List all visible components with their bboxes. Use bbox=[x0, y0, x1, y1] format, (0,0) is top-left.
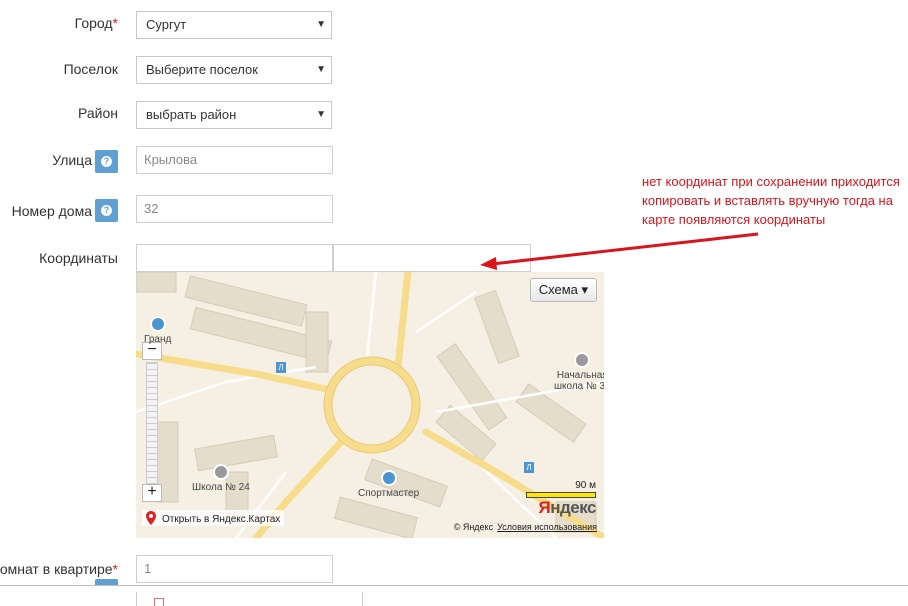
school-icon bbox=[574, 352, 591, 368]
map-widget[interactable]: Схема ▾ − + Гранд Школа № 24 Спортмастер… bbox=[136, 272, 604, 538]
help-icon: ? bbox=[101, 156, 112, 167]
yandex-logo: Яндекс bbox=[538, 498, 597, 518]
poi-school-37-line1: Начальная bbox=[556, 370, 604, 381]
zoom-control[interactable]: − + bbox=[142, 342, 162, 504]
map-layer-button[interactable]: Схема ▾ bbox=[529, 278, 597, 302]
chevron-down-icon: ▼ bbox=[316, 64, 326, 75]
bus-stop-icon[interactable]: Л bbox=[276, 362, 286, 373]
street-label: Улица bbox=[52, 152, 92, 168]
district-label: Район bbox=[78, 105, 118, 121]
map-scale: 90 м bbox=[526, 480, 596, 498]
house-label: Номер дома bbox=[11, 203, 92, 219]
settlement-label: Поселок bbox=[63, 61, 118, 77]
help-icon: ? bbox=[101, 205, 112, 216]
poi-sportmaster[interactable]: Спортмастер bbox=[358, 470, 419, 499]
city-select-value: Сургут bbox=[146, 17, 187, 32]
annotation-text: нет координат при сохранении приходится … bbox=[642, 174, 900, 227]
section-divider bbox=[0, 585, 908, 586]
map-pin-icon bbox=[146, 511, 156, 525]
rooms-label-text: омнат в квартире bbox=[0, 561, 113, 577]
poi-grand-label: Гранд bbox=[144, 334, 172, 345]
shopping-icon bbox=[380, 470, 397, 486]
street-input[interactable]: Крылова bbox=[136, 146, 333, 174]
open-in-yandex-text: Открыть в Яндекс.Картах bbox=[162, 514, 281, 525]
yandex-logo-rest: ндекс bbox=[550, 498, 596, 517]
district-select-value: выбрать район bbox=[146, 107, 237, 122]
required-mark: * bbox=[112, 15, 118, 31]
settlement-select[interactable]: Выберите поселок ▼ bbox=[136, 56, 332, 84]
required-mark: * bbox=[112, 561, 118, 577]
coords-lat-input[interactable] bbox=[136, 244, 333, 272]
city-label: Город* bbox=[75, 15, 118, 31]
open-in-yandex-link[interactable]: Открыть в Яндекс.Картах bbox=[142, 510, 285, 526]
street-help-button[interactable]: ? bbox=[95, 150, 118, 173]
rooms-label: омнат в квартире* bbox=[0, 561, 118, 577]
coords-lon-input[interactable] bbox=[333, 244, 531, 272]
shopping-icon bbox=[149, 316, 166, 332]
poi-school-37-line2: школа № 37 bbox=[554, 381, 604, 392]
poi-school-24-label: Школа № 24 bbox=[192, 482, 250, 493]
house-input[interactable]: 32 bbox=[136, 195, 333, 223]
rooms-input[interactable]: 1 bbox=[136, 555, 333, 583]
poi-grand[interactable]: Гранд bbox=[144, 316, 171, 345]
chevron-down-icon: ▼ bbox=[316, 19, 326, 30]
file-icon bbox=[154, 598, 164, 606]
bus-stop-icon[interactable]: Л bbox=[524, 462, 534, 473]
poi-school-24[interactable]: Школа № 24 bbox=[192, 464, 250, 493]
map-copyright: © Яндекс Условия использования bbox=[454, 522, 597, 532]
city-label-text: Город bbox=[74, 15, 113, 31]
district-select[interactable]: выбрать район ▼ bbox=[136, 101, 332, 129]
copyright-text: © Яндекс bbox=[453, 522, 494, 532]
coords-label: Координаты bbox=[39, 250, 118, 266]
school-icon bbox=[212, 464, 229, 480]
zoom-in-button[interactable]: + bbox=[142, 484, 162, 502]
poi-school-37[interactable]: Начальнаяшкола № 37 bbox=[554, 352, 604, 392]
city-select[interactable]: Сургут ▼ bbox=[136, 11, 332, 39]
terms-link[interactable]: Условия использования bbox=[497, 522, 597, 532]
settlement-select-value: Выберите поселок bbox=[146, 62, 258, 77]
scale-label: 90 м bbox=[575, 480, 596, 491]
yandex-logo-y: Я bbox=[538, 498, 551, 517]
chevron-down-icon: ▼ bbox=[316, 109, 326, 120]
house-help-button[interactable]: ? bbox=[95, 199, 118, 222]
poi-sportmaster-label: Спортмастер bbox=[358, 488, 420, 499]
next-field-box[interactable] bbox=[136, 592, 363, 606]
zoom-slider[interactable] bbox=[146, 362, 158, 484]
